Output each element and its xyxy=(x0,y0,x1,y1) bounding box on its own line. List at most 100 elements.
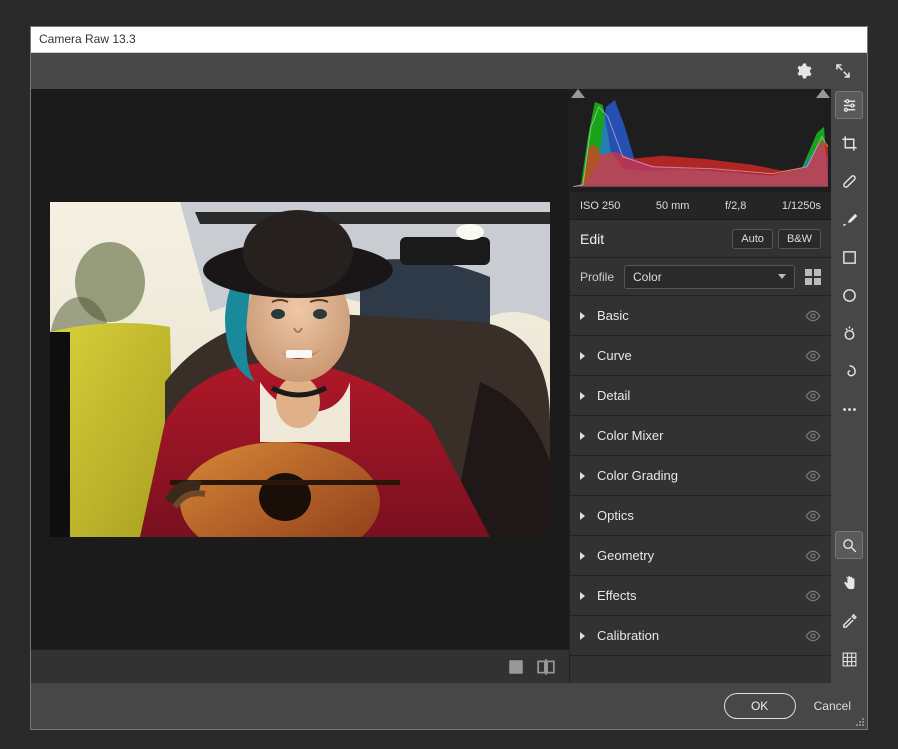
gradient-icon xyxy=(841,249,858,266)
chevron-right-icon xyxy=(580,352,585,360)
panel-label: Calibration xyxy=(597,628,805,643)
eye-icon[interactable] xyxy=(805,468,821,484)
eye-icon[interactable] xyxy=(805,348,821,364)
chevron-right-icon xyxy=(580,592,585,600)
chevron-right-icon xyxy=(580,512,585,520)
view-single-button[interactable] xyxy=(507,658,525,676)
panel-effects[interactable]: Effects xyxy=(570,576,831,616)
panel-detail[interactable]: Detail xyxy=(570,376,831,416)
profile-select[interactable]: Color xyxy=(624,265,795,289)
resize-grip[interactable] xyxy=(854,716,864,726)
grid-icon xyxy=(841,651,858,668)
spiral-icon xyxy=(841,363,858,380)
radial-filter-tool[interactable] xyxy=(835,281,863,309)
panel-label: Optics xyxy=(597,508,805,523)
panel-label: Detail xyxy=(597,388,805,403)
chevron-right-icon xyxy=(580,312,585,320)
healing-tool[interactable] xyxy=(835,167,863,195)
window-title: Camera Raw 13.3 xyxy=(39,32,136,46)
ok-button[interactable]: OK xyxy=(724,693,796,719)
preview-column xyxy=(31,89,569,683)
view-compare-button[interactable] xyxy=(537,658,555,676)
panel-label: Color Grading xyxy=(597,468,805,483)
zoom-tool[interactable] xyxy=(835,531,863,559)
fullscreen-icon xyxy=(834,62,852,80)
histogram-area[interactable] xyxy=(570,89,831,192)
color-sampler-tool[interactable] xyxy=(835,607,863,635)
snapshots-tool[interactable] xyxy=(835,357,863,385)
exif-aperture: f/2,8 xyxy=(725,200,746,212)
adjustment-brush-tool[interactable] xyxy=(835,205,863,233)
panel-curve[interactable]: Curve xyxy=(570,336,831,376)
chevron-right-icon xyxy=(580,552,585,560)
profile-value: Color xyxy=(633,270,662,284)
toolstrip xyxy=(831,89,867,683)
circle-icon xyxy=(841,287,858,304)
dialog-footer: OK Cancel xyxy=(31,683,867,729)
panel-calibration[interactable]: Calibration xyxy=(570,616,831,656)
split-view-icon xyxy=(537,658,555,676)
profile-browser-button[interactable] xyxy=(805,269,821,285)
crop-tool[interactable] xyxy=(835,129,863,157)
topbar xyxy=(31,53,867,89)
gear-icon xyxy=(794,62,812,80)
panel-list: Basic Curve Detail C xyxy=(570,296,831,683)
bandage-icon xyxy=(841,173,858,190)
panel-label: Color Mixer xyxy=(597,428,805,443)
panel-color-grading[interactable]: Color Grading xyxy=(570,456,831,496)
red-eye-tool[interactable] xyxy=(835,319,863,347)
brush-icon xyxy=(841,211,858,228)
eye-icon[interactable] xyxy=(805,388,821,404)
exif-focal: 50 mm xyxy=(656,200,690,212)
chevron-right-icon xyxy=(580,472,585,480)
crop-icon xyxy=(841,135,858,152)
magnifier-icon xyxy=(841,537,858,554)
bw-button[interactable]: B&W xyxy=(778,229,821,249)
chevron-down-icon xyxy=(778,274,786,279)
panel-optics[interactable]: Optics xyxy=(570,496,831,536)
preview-area[interactable] xyxy=(31,89,569,649)
exif-shutter: 1/1250s xyxy=(782,200,821,212)
dots-icon xyxy=(841,401,858,418)
eye-icon[interactable] xyxy=(805,588,821,604)
edit-title: Edit xyxy=(580,231,604,247)
panel-geometry[interactable]: Geometry xyxy=(570,536,831,576)
chevron-right-icon xyxy=(580,432,585,440)
chevron-right-icon xyxy=(580,392,585,400)
eye-icon[interactable] xyxy=(805,428,821,444)
chevron-right-icon xyxy=(580,632,585,640)
eye-icon[interactable] xyxy=(805,508,821,524)
panel-label: Curve xyxy=(597,348,805,363)
red-eye-icon xyxy=(841,325,858,342)
fullscreen-button[interactable] xyxy=(829,57,857,85)
preview-footer xyxy=(31,649,569,683)
exif-row: ISO 250 50 mm f/2,8 1/1250s xyxy=(570,192,831,220)
histogram xyxy=(573,97,828,187)
profile-row: Profile Color xyxy=(570,258,831,296)
app-window: Camera Raw 13.3 xyxy=(30,26,868,730)
eye-icon[interactable] xyxy=(805,308,821,324)
sliders-icon xyxy=(841,97,858,114)
edit-header: Edit Auto B&W xyxy=(570,220,831,258)
settings-button[interactable] xyxy=(789,57,817,85)
content-area: ISO 250 50 mm f/2,8 1/1250s Edit Auto B&… xyxy=(31,89,867,683)
profile-label: Profile xyxy=(580,270,614,284)
more-button[interactable] xyxy=(835,395,863,423)
panel-color-mixer[interactable]: Color Mixer xyxy=(570,416,831,456)
eyedropper-icon xyxy=(841,613,858,630)
titlebar: Camera Raw 13.3 xyxy=(31,27,867,53)
graduated-filter-tool[interactable] xyxy=(835,243,863,271)
photo-preview xyxy=(50,202,550,537)
app-body: ISO 250 50 mm f/2,8 1/1250s Edit Auto B&… xyxy=(31,53,867,729)
auto-button[interactable]: Auto xyxy=(732,229,773,249)
square-icon xyxy=(507,658,525,676)
eye-icon[interactable] xyxy=(805,628,821,644)
cancel-button[interactable]: Cancel xyxy=(814,699,851,713)
edit-side-panel: ISO 250 50 mm f/2,8 1/1250s Edit Auto B&… xyxy=(569,89,831,683)
panel-basic[interactable]: Basic xyxy=(570,296,831,336)
panel-label: Basic xyxy=(597,308,805,323)
edit-tool[interactable] xyxy=(835,91,863,119)
hand-tool[interactable] xyxy=(835,569,863,597)
grid-toggle[interactable] xyxy=(835,645,863,673)
eye-icon[interactable] xyxy=(805,548,821,564)
